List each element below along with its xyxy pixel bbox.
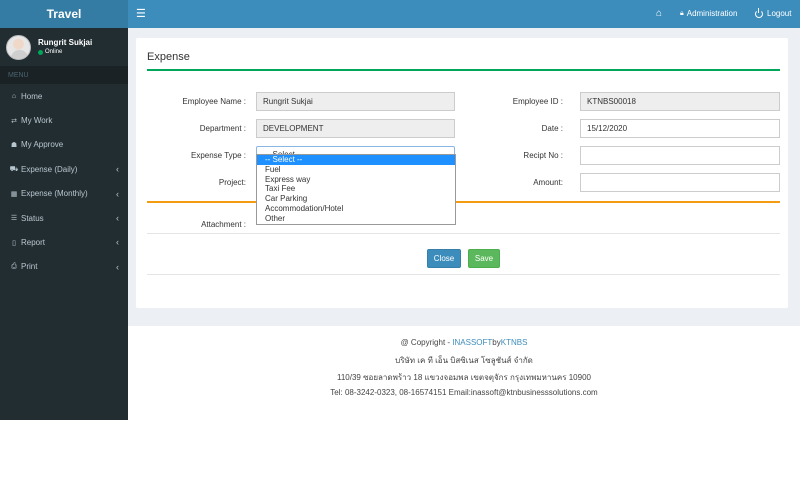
sidebar-item-label: Expense (Daily) [21,164,78,174]
chevron-left-icon: ‹ [116,212,119,223]
form-title: Expense [147,51,190,63]
sidebar-item-label: Expense (Monthly) [21,189,88,199]
sidebar-item-label: My Work [21,116,53,126]
dropdown-option[interactable]: Taxi Fee [257,184,455,194]
menu-header: MENU [0,66,128,84]
brand-logo[interactable]: Travel [0,0,128,28]
expense-type-label: Expense Type : [191,151,246,160]
receipt-no-field[interactable] [580,146,780,165]
chevron-left-icon: ‹ [116,261,119,272]
sidebar-item-home[interactable]: ⌂ Home [0,84,128,108]
section-divider-orange [147,201,780,203]
sidebar-item-my-approve[interactable]: ☗ My Approve [0,133,128,157]
dropdown-option[interactable]: Other [257,214,455,224]
ktnbs-link[interactable]: KTNBS [501,338,528,347]
employee-id-field[interactable]: KTNBS00018 [580,92,780,111]
app-root: Travel Rungrit Sukjai Online MENU ⌂ Home ⇄… [0,0,800,500]
dropdown-option[interactable]: -- Select -- [257,155,455,165]
footer-divider [147,274,780,275]
employee-name-field[interactable]: Rungrit Sukjai [256,92,455,111]
dropdown-option[interactable]: Accommodation/Hotel [257,204,455,214]
exchange-icon: ⇄ [11,117,17,125]
user-status: Online [38,48,92,56]
administration-link[interactable]: 🔒︎ Administration [680,9,737,18]
sidebar-item-expense-daily[interactable]: ⛟ Expense (Daily) ‹ [0,157,128,181]
title-underline [147,69,780,71]
logout-link[interactable]: Logout [755,8,792,18]
user-name: Rungrit Sukjai [38,38,93,47]
department-field[interactable]: DEVELOPMENT [256,119,455,138]
sidebar-item-label: Status [21,213,44,223]
chevron-left-icon: ‹ [116,188,119,199]
home-icon: ⌂ [11,92,17,100]
company-contact: Tel: 08-3242-0323, 08-16574151 Email:ina… [330,388,598,397]
section-divider [147,233,780,234]
online-dot-icon [38,49,43,55]
dropdown-option[interactable]: Express way [257,175,455,185]
receipt-no-label: Recipt No : [523,151,563,160]
sidebar-item-print[interactable]: ⎙ Print ‹ [0,255,128,279]
user-info: Rungrit Sukjai Online [38,38,92,56]
amount-label: Amount: [533,178,563,187]
date-label: Date : [541,124,563,133]
print-icon: ⎙ [11,262,17,270]
employee-id-label: Employee ID : [512,97,563,106]
expense-type-dropdown: -- Select -- Fuel Express way Taxi Fee Car P… [256,154,456,225]
sidebar-item-my-work[interactable]: ⇄ My Work [0,108,128,132]
chevron-left-icon: ‹ [116,237,119,248]
sidebar-item-expense-monthly[interactable]: ▦ Expense (Monthly) ‹ [0,182,128,206]
inassoft-link[interactable]: INASSOFT [452,338,492,347]
dropdown-options: -- Select -- Fuel Express way Taxi Fee Car P… [257,155,455,224]
sidebar-toggle-icon[interactable]: ☰ [136,7,146,20]
avatar [6,34,31,60]
user-panel: Rungrit Sukjai Online [0,28,128,66]
sitemap-icon: ☗ [10,141,18,149]
save-button[interactable]: Save [468,249,500,268]
copyright-line: @ Copyright - INASSOFTbyKTNBS [128,338,800,347]
expense-form-box: Expense Employee Name : Rungrit Sukjai E… [136,38,788,308]
menu-list: ⌂ Home ⇄ My Work ☗ My Approve ⛟ Expense (Daily)… [0,84,128,279]
sidebar-item-label: My Approve [21,140,64,150]
top-navbar: ☰ ⌂ 🔒︎ Administration Logout [128,0,800,28]
dropdown-option[interactable]: Car Parking [257,194,455,204]
lock-icon: 🔒︎ [680,9,684,17]
logout-label: Logout [767,9,792,18]
administration-label: Administration [686,9,738,18]
attachment-label: Attachment : [201,220,246,229]
employee-name-label: Employee Name : [182,97,246,106]
department-label: Department : [199,124,246,133]
calendar-icon: ▦ [10,190,18,198]
copyright-prefix: @ Copyright - [400,338,453,347]
chevron-left-icon: ‹ [116,164,119,175]
date-field[interactable]: 15/12/2020 [580,119,780,138]
project-label: Project: [218,178,246,187]
power-icon [755,8,763,18]
dropdown-option[interactable]: Fuel [257,165,455,175]
user-status-label: Online [45,49,63,55]
sidebar-item-report[interactable]: ▯ Report ‹ [0,230,128,254]
page-footer: @ Copyright - INASSOFTbyKTNBS บริษัท เค … [128,326,800,420]
sidebar-item-label: Report [21,238,46,248]
sidebar-item-label: Home [21,91,43,101]
company-address: 110/39 ซอยลาดพร้าว 18 แขวงจอมพล เขตจตุจั… [337,373,591,382]
sidebar: Travel Rungrit Sukjai Online MENU ⌂ Home ⇄… [0,0,128,420]
amount-field[interactable] [580,173,780,192]
close-button[interactable]: Close [427,249,461,268]
content-wrapper: Expense Employee Name : Rungrit Sukjai E… [128,28,800,326]
sidebar-item-status[interactable]: ☰ Status ‹ [0,206,128,230]
copyright-by: by [492,338,501,347]
company-name: บริษัท เค ที เอ็น บิสซิเนส โซลูชันส์ จำก… [395,356,533,365]
list-icon: ☰ [10,215,18,223]
file-icon: ▯ [12,239,16,247]
home-nav-icon[interactable]: ⌂ [656,8,662,19]
sidebar-item-label: Print [21,262,38,272]
car-icon: ⛟ [9,165,19,173]
